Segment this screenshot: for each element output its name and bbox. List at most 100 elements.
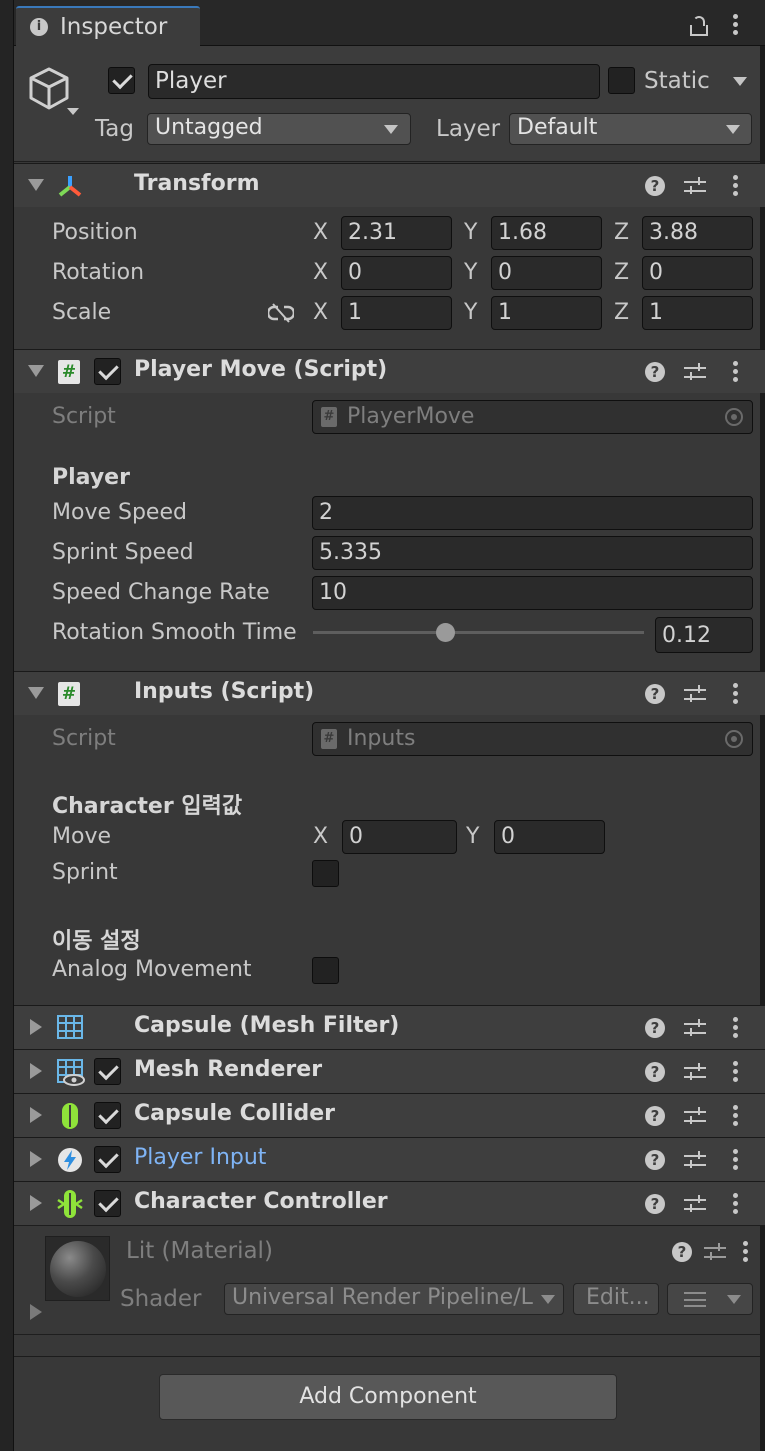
tab-menu-icon[interactable]	[732, 14, 738, 36]
scale-x-field[interactable]: 1	[341, 296, 452, 330]
component-menu-icon[interactable]	[732, 1193, 738, 1215]
presets-icon[interactable]	[684, 176, 706, 196]
player-move-header[interactable]: # Player Move (Script) ?	[14, 349, 765, 393]
shader-dropdown[interactable]: Universal Render Pipeline/L	[224, 1283, 564, 1315]
material-preview-thumbnail[interactable]	[45, 1236, 110, 1301]
object-name-field[interactable]: Player	[148, 64, 600, 99]
unlinked-scale-icon[interactable]	[268, 303, 294, 323]
rotation-smooth-time-slider-track[interactable]	[313, 631, 644, 634]
player-input-header[interactable]: Player Input ?	[14, 1137, 765, 1181]
inputs-header[interactable]: # Inputs (Script) ?	[14, 671, 765, 715]
foldout-open-icon[interactable]	[28, 365, 44, 377]
rotation-x-field[interactable]: 0	[341, 256, 452, 290]
tag-dropdown[interactable]: Untagged	[147, 113, 411, 145]
active-checkbox[interactable]	[108, 67, 135, 94]
presets-icon[interactable]	[684, 1106, 706, 1126]
help-icon[interactable]: ?	[672, 1242, 692, 1262]
mesh-renderer-icon	[57, 1059, 85, 1086]
tab-inspector[interactable]: i Inspector	[16, 6, 200, 46]
component-menu-icon[interactable]	[732, 1061, 738, 1083]
position-x-field[interactable]: 2.31	[341, 216, 452, 250]
axis-y-label: Y	[466, 824, 480, 849]
component-menu-icon[interactable]	[732, 1105, 738, 1127]
rotation-smooth-time-slider-thumb[interactable]	[435, 623, 455, 642]
object-picker-icon[interactable]	[725, 730, 743, 748]
rotation-z-field[interactable]: 0	[642, 256, 753, 290]
player-move-enabled-checkbox[interactable]	[94, 358, 121, 385]
mesh-renderer-header[interactable]: Mesh Renderer ?	[14, 1049, 765, 1093]
help-icon[interactable]: ?	[645, 1062, 665, 1082]
presets-icon[interactable]	[684, 684, 706, 704]
sprint-checkbox[interactable]	[312, 860, 339, 887]
component-title: Capsule Collider	[134, 1101, 336, 1126]
position-y-field[interactable]: 1.68	[491, 216, 602, 250]
foldout-closed-icon[interactable]	[30, 1019, 42, 1035]
chevron-down-icon	[541, 1295, 555, 1304]
lock-icon[interactable]	[690, 16, 708, 36]
component-menu-icon[interactable]	[732, 1149, 738, 1171]
player-input-enabled-checkbox[interactable]	[94, 1146, 121, 1173]
position-z-field[interactable]: 3.88	[642, 216, 753, 250]
divider	[14, 1356, 760, 1357]
presets-icon[interactable]	[704, 1242, 726, 1262]
static-checkbox[interactable]	[608, 67, 635, 94]
component-menu-icon[interactable]	[732, 683, 738, 705]
help-icon[interactable]: ?	[645, 684, 665, 704]
presets-icon[interactable]	[684, 362, 706, 382]
component-menu-icon[interactable]	[742, 1241, 748, 1263]
foldout-closed-icon[interactable]	[30, 1063, 42, 1079]
object-picker-icon[interactable]	[725, 408, 743, 426]
rotation-y-field[interactable]: 0	[491, 256, 602, 290]
mesh-renderer-enabled-checkbox[interactable]	[94, 1058, 121, 1085]
capsule-collider-enabled-checkbox[interactable]	[94, 1102, 121, 1129]
gameobject-cube-icon[interactable]	[27, 66, 83, 116]
script-file-icon: #	[321, 729, 337, 749]
scale-y-field[interactable]: 1	[491, 296, 602, 330]
sprint-speed-field[interactable]: 5.335	[312, 536, 753, 570]
character-controller-header[interactable]: Character Controller ?	[14, 1181, 765, 1225]
rotation-smooth-time-field[interactable]: 0.12	[655, 617, 753, 653]
component-menu-icon[interactable]	[732, 361, 738, 383]
axis-y-label: Y	[464, 300, 478, 325]
foldout-open-icon[interactable]	[28, 179, 44, 191]
shader-edit-button[interactable]: Edit...	[573, 1283, 659, 1315]
help-icon[interactable]: ?	[645, 1194, 665, 1214]
foldout-closed-icon[interactable]	[30, 1195, 42, 1211]
analog-movement-label: Analog Movement	[52, 957, 252, 982]
move-x-field[interactable]: 0	[342, 820, 457, 854]
character-controller-enabled-checkbox[interactable]	[94, 1190, 121, 1217]
move-speed-field[interactable]: 2	[312, 496, 753, 530]
foldout-closed-icon[interactable]	[30, 1107, 42, 1123]
speed-change-rate-label: Speed Change Rate	[52, 580, 270, 605]
presets-icon[interactable]	[684, 1150, 706, 1170]
transform-header[interactable]: Transform ?	[14, 163, 765, 207]
material-title: Lit (Material)	[126, 1238, 273, 1264]
axis-x-label: X	[313, 220, 329, 245]
component-menu-icon[interactable]	[732, 175, 738, 197]
scale-z-field[interactable]: 1	[642, 296, 753, 330]
axis-z-label: Z	[614, 300, 630, 325]
help-icon[interactable]: ?	[645, 1018, 665, 1038]
help-icon[interactable]: ?	[645, 1106, 665, 1126]
static-dropdown-icon[interactable]	[733, 77, 747, 86]
presets-icon[interactable]	[684, 1194, 706, 1214]
capsule-collider-header[interactable]: Capsule Collider ?	[14, 1093, 765, 1137]
analog-movement-checkbox[interactable]	[312, 957, 339, 984]
foldout-closed-icon[interactable]	[30, 1304, 42, 1320]
presets-icon[interactable]	[684, 1018, 706, 1038]
foldout-closed-icon[interactable]	[30, 1151, 42, 1167]
mesh-filter-header[interactable]: Capsule (Mesh Filter) ?	[14, 1005, 765, 1049]
layer-dropdown[interactable]: Default	[509, 113, 752, 145]
component-menu-icon[interactable]	[732, 1017, 738, 1039]
help-icon[interactable]: ?	[645, 176, 665, 196]
speed-change-rate-field[interactable]: 10	[312, 576, 753, 610]
component-title: Mesh Renderer	[134, 1057, 323, 1082]
shader-options-dropdown[interactable]	[667, 1283, 753, 1315]
add-component-button[interactable]: Add Component	[159, 1374, 617, 1420]
axis-x-label: X	[313, 300, 329, 325]
help-icon[interactable]: ?	[645, 1150, 665, 1170]
presets-icon[interactable]	[684, 1062, 706, 1082]
move-y-field[interactable]: 0	[494, 820, 605, 854]
foldout-open-icon[interactable]	[28, 687, 44, 699]
help-icon[interactable]: ?	[645, 362, 665, 382]
